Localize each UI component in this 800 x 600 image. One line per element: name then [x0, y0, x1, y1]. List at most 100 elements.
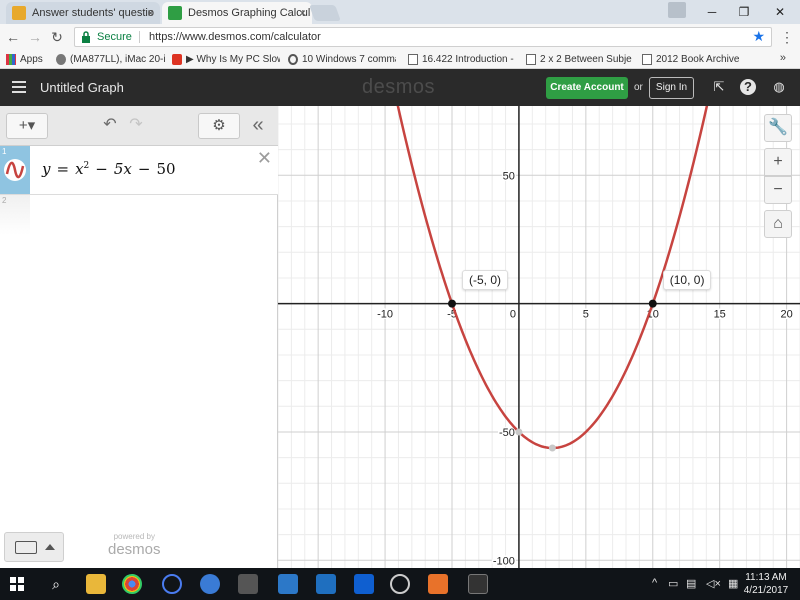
tray-overflow-icon[interactable]: ^ [652, 577, 657, 589]
delete-expression-icon[interactable]: ✕ [257, 148, 272, 169]
hamburger-menu-icon[interactable] [12, 81, 26, 93]
zoom-out-button[interactable]: − [764, 176, 792, 204]
wave-icon [288, 54, 298, 65]
app-icon[interactable] [428, 574, 448, 594]
windows-start-icon[interactable] [10, 577, 24, 591]
zoom-in-button[interactable]: + [764, 148, 792, 176]
parabola-curve[interactable] [278, 106, 800, 450]
keyboard-tray-icon[interactable]: ▦ [728, 577, 738, 590]
tab-answer-students[interactable]: Answer students' questio × [6, 2, 160, 24]
bookmark-pc-slow[interactable]: ▶ Why Is My PC Slow [172, 52, 280, 67]
bookmark-2012-archive[interactable]: 2012 Book Archive [642, 52, 746, 67]
chrome-menu-icon[interactable]: ⋮ [778, 28, 796, 46]
create-account-button[interactable]: Create Account [546, 77, 628, 99]
bookmark-16422[interactable]: 16.422 Introduction - [408, 52, 516, 67]
add-item-button[interactable]: +▾ [6, 113, 48, 139]
graph-title[interactable]: Untitled Graph [40, 80, 124, 95]
magnifier-icon[interactable] [390, 574, 410, 594]
forward-arrow-icon[interactable]: → [26, 28, 44, 46]
bookmark-label: Apps [20, 54, 43, 65]
bookmark-imac[interactable]: (MA877LL), iMac 20-i [56, 52, 166, 67]
globe-icon[interactable]: ◍ [770, 78, 788, 96]
network-icon[interactable]: ▤ [686, 577, 696, 590]
graph-svg: -10 -5 0 5 10 15 2050-50-100 [278, 106, 800, 568]
desmos-header: Untitled Graph desmos Create Account or … [0, 69, 800, 106]
url-text[interactable]: https://www.desmos.com/calculator [149, 30, 321, 44]
expression-color-tab[interactable]: 1 [0, 146, 30, 194]
close-tab-icon[interactable]: × [299, 2, 306, 24]
math-x: x [75, 160, 84, 178]
close-window-icon[interactable]: ✕ [764, 0, 796, 24]
app-icon[interactable] [468, 574, 488, 594]
tray-app-icon[interactable]: ▭ [668, 577, 678, 590]
curve-style-icon[interactable] [3, 158, 27, 182]
page-icon [526, 54, 536, 65]
volume-icon[interactable]: ◁× [706, 577, 721, 590]
close-tab-icon[interactable]: × [147, 2, 154, 24]
bookmarks-overflow-icon[interactable]: » [780, 52, 786, 64]
page-icon [642, 54, 652, 65]
bookmark-apps[interactable]: Apps [6, 52, 52, 67]
collapse-panel-icon[interactable]: « [246, 113, 270, 139]
bookmark-label: ▶ Why Is My PC Slow [186, 54, 280, 65]
points-of-interest [448, 299, 657, 452]
apple-icon [56, 54, 66, 65]
chrome-icon[interactable] [122, 574, 142, 594]
graph-paper[interactable]: -10 -5 0 5 10 15 20 50 -50 -100 (-5, 0) (10, 0) 🔧 … [278, 106, 800, 568]
share-icon[interactable]: ⇱ [710, 78, 728, 96]
clock-time: 11:13 AM [745, 572, 787, 583]
help-icon[interactable]: ? [740, 79, 756, 95]
apps-grid-icon [6, 54, 16, 65]
home-icon[interactable]: ⌂ [764, 210, 792, 238]
expression-toolbar: +▾ ↶ ↷ ⚙ « [0, 106, 278, 146]
app-icon[interactable] [316, 574, 336, 594]
math-constant: 50 [156, 160, 176, 178]
settings-gear-icon[interactable]: ⚙ [198, 113, 240, 139]
sign-in-button[interactable]: Sign In [649, 77, 694, 99]
malwarebytes-icon[interactable] [354, 574, 374, 594]
app-icon[interactable] [278, 574, 298, 594]
x-tick-label: 20 [780, 309, 792, 321]
new-tab-button[interactable] [309, 5, 341, 21]
undo-icon[interactable]: ↶ [98, 113, 122, 139]
back-arrow-icon[interactable]: ← [4, 28, 22, 46]
bookmark-star-icon[interactable]: ★ [752, 28, 765, 45]
clock-date: 4/21/2017 [743, 585, 789, 596]
intercept-point [448, 299, 456, 308]
expression-row-1[interactable]: 1 y = x2−5x −50 ✕ [0, 146, 278, 195]
expression-number: 2 [2, 196, 7, 205]
app-icon[interactable] [200, 574, 220, 594]
file-explorer-icon[interactable] [86, 574, 106, 594]
screen: Answer students' questio × Desmos Graphi… [0, 0, 800, 600]
point-label[interactable]: (10, 0) [662, 269, 712, 290]
restore-icon[interactable]: ❐ [728, 0, 760, 24]
power-icon [172, 54, 182, 65]
minimize-icon[interactable]: ─ [696, 0, 728, 24]
powered-by-logo: desmos [108, 541, 161, 558]
app-icon[interactable] [162, 574, 182, 594]
graph-settings-wrench-icon[interactable]: 🔧 [764, 114, 792, 142]
reload-icon[interactable]: ↻ [48, 28, 66, 46]
bookmark-windows7[interactable]: 10 Windows 7 comma [288, 52, 396, 67]
expression-math[interactable]: y = x2−5x −50 [42, 160, 176, 178]
app-icon[interactable] [238, 574, 258, 594]
bookmark-label: (MA877LL), iMac 20-i [70, 54, 166, 65]
math-term: 5x [113, 160, 132, 178]
secure-label: Secure [97, 31, 132, 43]
expression-panel: +▾ ↶ ↷ ⚙ « 1 y = x2−5x −50 ✕ 2 powered b… [0, 106, 278, 568]
math-exponent: 2 [83, 161, 90, 171]
bookmark-2x2[interactable]: 2 x 2 Between Subject [526, 52, 632, 67]
search-icon[interactable]: ⌕ [46, 574, 66, 594]
x-tick-label: 0 [510, 309, 516, 321]
tab-desmos[interactable]: Desmos Graphing Calcul × [162, 2, 312, 24]
keypad-toggle-button[interactable] [4, 532, 64, 562]
browser-tab-strip: Answer students' questio × Desmos Graphi… [0, 0, 800, 24]
expression-row-2[interactable]: 2 [0, 195, 278, 235]
omnibox[interactable]: Secure https://www.desmos.com/calculator… [74, 27, 772, 47]
user-profile-icon[interactable] [668, 2, 686, 18]
taskbar-clock[interactable]: 11:13 AM 4/21/2017 [740, 571, 792, 597]
point-label[interactable]: (-5, 0) [462, 269, 509, 290]
major-gridlines [278, 106, 800, 568]
redo-icon[interactable]: ↷ [124, 113, 148, 139]
desmos-logo: desmos [362, 76, 436, 98]
